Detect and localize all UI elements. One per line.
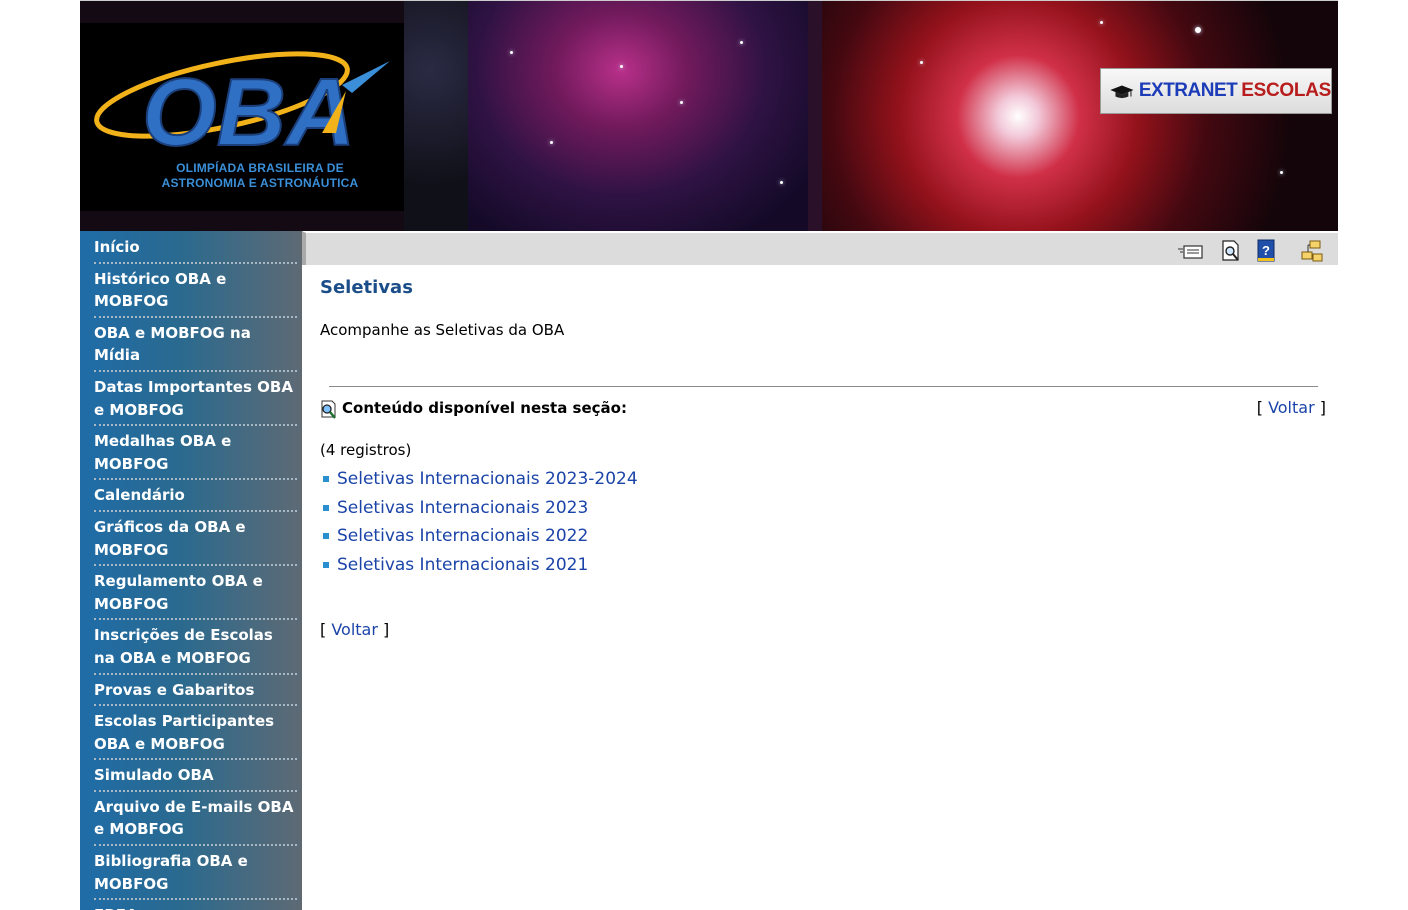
sidebar-item-inscricoes[interactable]: Inscrições de Escolas na OBA e MOBFOG	[94, 620, 297, 675]
sidebar-item-regulamento[interactable]: Regulamento OBA e MOBFOG	[94, 566, 297, 621]
star	[920, 61, 923, 64]
star	[510, 51, 513, 54]
bracket-open: [	[1256, 398, 1263, 417]
content-search-icon	[321, 400, 336, 419]
list-item: Seletivas Internacionais 2021	[320, 551, 638, 580]
banner-nebula-image	[468, 1, 808, 232]
send-email-icon[interactable]	[1178, 239, 1204, 263]
star	[740, 41, 743, 44]
sidebar-item-calendario[interactable]: Calendário	[94, 480, 297, 512]
sidebar-item-erea[interactable]: EREA	[94, 900, 297, 910]
star	[1195, 27, 1201, 33]
record-link[interactable]: Seletivas Internacionais 2023-2024	[337, 469, 638, 489]
header-banner: OBA OLIMPÍADA BRASILEIRA DE ASTRONOMIA E…	[80, 0, 1338, 232]
bullet-icon	[323, 561, 329, 568]
logo-subtitle: ASTRONOMIA E ASTRONÁUTICA	[161, 176, 359, 190]
star	[680, 101, 683, 104]
voltar-link[interactable]: Voltar	[1268, 398, 1315, 417]
banner-divider	[808, 1, 822, 232]
sidebar-item-arquivo-emails[interactable]: Arquivo de E-mails OBA e MOBFOG	[94, 792, 297, 847]
divider	[329, 386, 1318, 387]
bracket-close: ]	[1319, 398, 1326, 417]
section-label: Conteúdo disponível nesta seção:	[342, 399, 627, 417]
sidebar-menu: Início Histórico OBA e MOBFOG OBA e MOBF…	[80, 231, 302, 910]
sidebar-item-bibliografia[interactable]: Bibliografia OBA e MOBFOG	[94, 846, 297, 901]
oba-logo-icon: OBA	[94, 51, 390, 163]
sidebar-item-inicio[interactable]: Início	[94, 231, 297, 264]
list-item: Seletivas Internacionais 2022	[320, 522, 638, 551]
sidebar-item-simulado[interactable]: Simulado OBA	[94, 760, 297, 792]
page-toolbar: ?	[302, 231, 1338, 265]
sidebar-item-provas-gabaritos[interactable]: Provas e Gabaritos	[94, 675, 297, 707]
voltar-link[interactable]: Voltar	[331, 620, 378, 639]
star	[550, 141, 553, 144]
sidebar-item-datas-importantes[interactable]: Datas Importantes OBA e MOBFOG	[94, 372, 297, 427]
print-preview-icon[interactable]	[1218, 239, 1244, 263]
extranet-label: EXTRANET	[1138, 80, 1238, 101]
list-item: Seletivas Internacionais 2023	[320, 494, 638, 523]
bullet-icon	[323, 533, 329, 540]
record-link[interactable]: Seletivas Internacionais 2022	[337, 526, 588, 546]
star	[620, 65, 623, 68]
intro-text: Acompanhe as Seletivas da OBA	[320, 321, 565, 339]
star	[1100, 21, 1103, 24]
svg-text:?: ?	[1262, 243, 1270, 258]
svg-text:OBA: OBA	[142, 59, 355, 163]
sidebar-item-historico[interactable]: Histórico OBA e MOBFOG	[94, 264, 297, 318]
page-title: Seletivas	[320, 277, 413, 298]
star	[1280, 171, 1283, 174]
extranet-escolas-button[interactable]: EXTRANET ESCOLAS	[1100, 68, 1332, 114]
logo-subtitle: OLIMPÍADA BRASILEIRA DE	[176, 161, 344, 175]
records-list: Seletivas Internacionais 2023-2024 Selet…	[320, 465, 638, 579]
record-link[interactable]: Seletivas Internacionais 2023	[337, 498, 588, 518]
sidebar-item-midia[interactable]: OBA e MOBFOG na Mídia	[94, 318, 297, 372]
site-map-icon[interactable]	[1298, 239, 1324, 263]
list-item: Seletivas Internacionais 2023-2024	[320, 465, 638, 494]
sidebar-item-escolas-participantes[interactable]: Escolas Participantes OBA e MOBFOG	[94, 706, 297, 761]
voltar-bottom: [ Voltar ]	[320, 620, 389, 639]
graduation-cap-icon	[1110, 85, 1134, 99]
record-count: (4 registros)	[320, 441, 412, 459]
banner-nebula-image-2	[822, 1, 1338, 232]
banner-sky	[404, 1, 468, 232]
section-header: Conteúdo disponível nesta seção:	[320, 397, 627, 419]
escolas-label: ESCOLAS	[1241, 80, 1331, 101]
bullet-icon	[323, 504, 329, 511]
star	[780, 181, 783, 184]
bracket-close: ]	[383, 620, 390, 639]
record-link[interactable]: Seletivas Internacionais 2021	[337, 555, 588, 575]
voltar-top: [ Voltar ]	[1257, 398, 1326, 417]
page-wrapper: OBA OLIMPÍADA BRASILEIRA DE ASTRONOMIA E…	[80, 0, 1338, 910]
bullet-icon	[323, 476, 329, 483]
sidebar-item-graficos[interactable]: Gráficos da OBA e MOBFOG	[94, 512, 297, 567]
oba-logo[interactable]: OBA OLIMPÍADA BRASILEIRA DE ASTRONOMIA E…	[80, 23, 404, 211]
sidebar-item-medalhas[interactable]: Medalhas OBA e MOBFOG	[94, 426, 297, 481]
help-icon[interactable]: ?	[1254, 239, 1280, 263]
bracket-open: [	[320, 620, 327, 639]
